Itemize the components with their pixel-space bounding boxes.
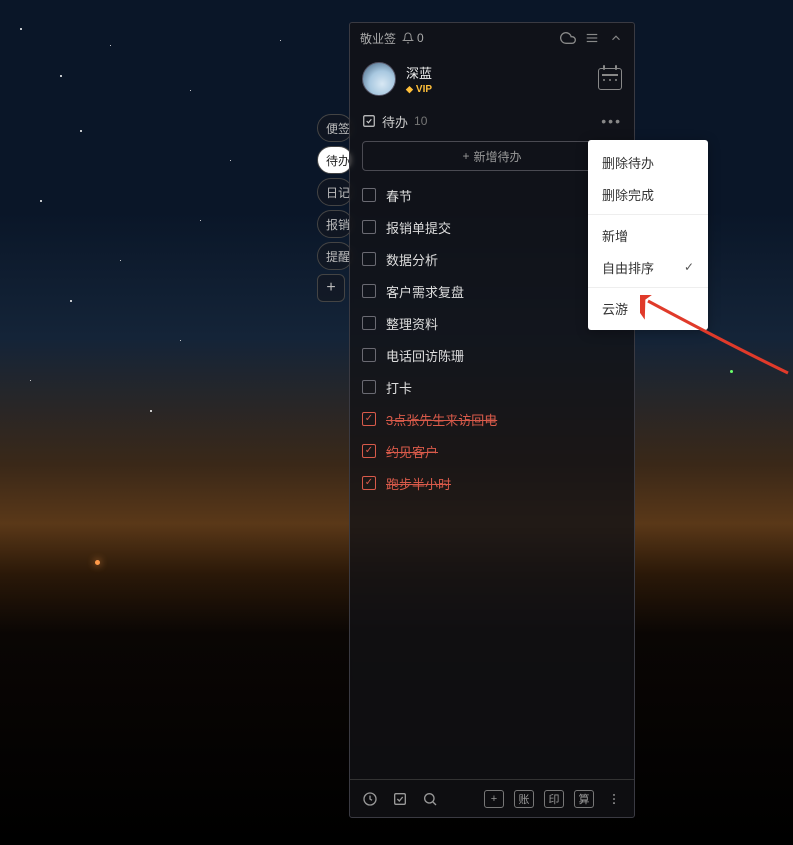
add-box-icon[interactable]: +: [484, 790, 504, 808]
checkbox[interactable]: [362, 476, 376, 490]
category-add[interactable]: +: [317, 274, 345, 302]
menu-icon[interactable]: [584, 30, 600, 46]
todo-label: 报销单提交: [386, 218, 451, 237]
todo-label: 跑步半小时: [386, 474, 451, 493]
checklist-icon: [362, 114, 376, 128]
context-menu: 删除待办 删除完成 新增 自由排序 ✓ 云游: [588, 140, 708, 330]
category-tab-todo[interactable]: 待办: [317, 146, 353, 174]
checkbox[interactable]: [362, 188, 376, 202]
checkbox[interactable]: [362, 252, 376, 266]
todo-item[interactable]: 3点张先生来访回电: [362, 403, 622, 435]
todo-item[interactable]: 春节: [362, 179, 622, 211]
todo-item[interactable]: 数据分析: [362, 243, 622, 275]
todo-item[interactable]: 报销单提交: [362, 211, 622, 243]
category-tab-expense[interactable]: 报销: [317, 210, 353, 238]
menu-delete-todo[interactable]: 删除待办: [588, 146, 708, 178]
checkbox[interactable]: [362, 380, 376, 394]
collapse-icon[interactable]: [608, 30, 624, 46]
todo-label: 春节: [386, 186, 412, 205]
todo-label: 约见客户: [386, 442, 438, 461]
category-tab-reminder[interactable]: 提醒: [317, 242, 353, 270]
add-todo-button[interactable]: + 新增待办: [362, 141, 622, 171]
avatar[interactable]: [362, 62, 396, 96]
todo-item[interactable]: 跑步半小时: [362, 467, 622, 499]
checkbox[interactable]: [362, 348, 376, 362]
print-button[interactable]: 印: [544, 790, 564, 808]
bell-icon: [402, 32, 414, 44]
todo-label: 打卡: [386, 378, 412, 397]
checkbox[interactable]: [362, 220, 376, 234]
todo-item[interactable]: 电话回访陈珊: [362, 339, 622, 371]
section-count: 10: [414, 114, 427, 128]
username: 深蓝: [406, 63, 432, 82]
diamond-icon: ◆: [406, 84, 413, 95]
todo-item[interactable]: 打卡: [362, 371, 622, 403]
category-tabs: 便签 待办 日记 报销 提醒 +: [317, 114, 353, 302]
todo-label: 客户需求复盘: [386, 282, 464, 301]
todo-label: 电话回访陈珊: [386, 346, 464, 365]
section-header: 待办 10 •••: [350, 105, 634, 137]
menu-cloud-tour[interactable]: 云游: [588, 292, 708, 324]
bottombar: + 账 印 算: [350, 779, 634, 817]
checkbox[interactable]: [362, 412, 376, 426]
calendar-button[interactable]: [598, 68, 622, 90]
menu-add-new[interactable]: 新增: [588, 219, 708, 251]
vip-badge: ◆ VIP: [406, 84, 432, 95]
todo-label: 数据分析: [386, 250, 438, 269]
more-button[interactable]: •••: [601, 113, 622, 129]
notification-bell[interactable]: 0: [402, 31, 424, 45]
todo-item[interactable]: 客户需求复盘: [362, 275, 622, 307]
done-list-icon[interactable]: [390, 789, 410, 809]
more-vertical-icon[interactable]: [604, 789, 624, 809]
todo-item[interactable]: 约见客户: [362, 435, 622, 467]
checkbox[interactable]: [362, 284, 376, 298]
check-icon: ✓: [684, 260, 694, 274]
section-title: 待办: [382, 112, 408, 131]
calc-button[interactable]: 算: [574, 790, 594, 808]
menu-separator: [588, 287, 708, 288]
checkbox[interactable]: [362, 444, 376, 458]
account-button[interactable]: 账: [514, 790, 534, 808]
checkbox[interactable]: [362, 316, 376, 330]
menu-separator: [588, 214, 708, 215]
notification-count: 0: [417, 31, 424, 45]
menu-free-sort[interactable]: 自由排序 ✓: [588, 251, 708, 283]
plus-icon: +: [462, 149, 469, 163]
menu-delete-done[interactable]: 删除完成: [588, 178, 708, 210]
todo-item[interactable]: 整理资料: [362, 307, 622, 339]
category-tab-diary[interactable]: 日记: [317, 178, 353, 206]
todo-label: 整理资料: [386, 314, 438, 333]
titlebar: 敬业签 0: [350, 23, 634, 53]
cloud-sync-icon[interactable]: [560, 30, 576, 46]
app-title: 敬业签: [360, 30, 396, 47]
category-tab-notes[interactable]: 便签: [317, 114, 353, 142]
search-icon[interactable]: [420, 789, 440, 809]
profile-row: 深蓝 ◆ VIP: [350, 53, 634, 105]
clock-icon[interactable]: [360, 789, 380, 809]
todo-label: 3点张先生来访回电: [386, 410, 497, 429]
